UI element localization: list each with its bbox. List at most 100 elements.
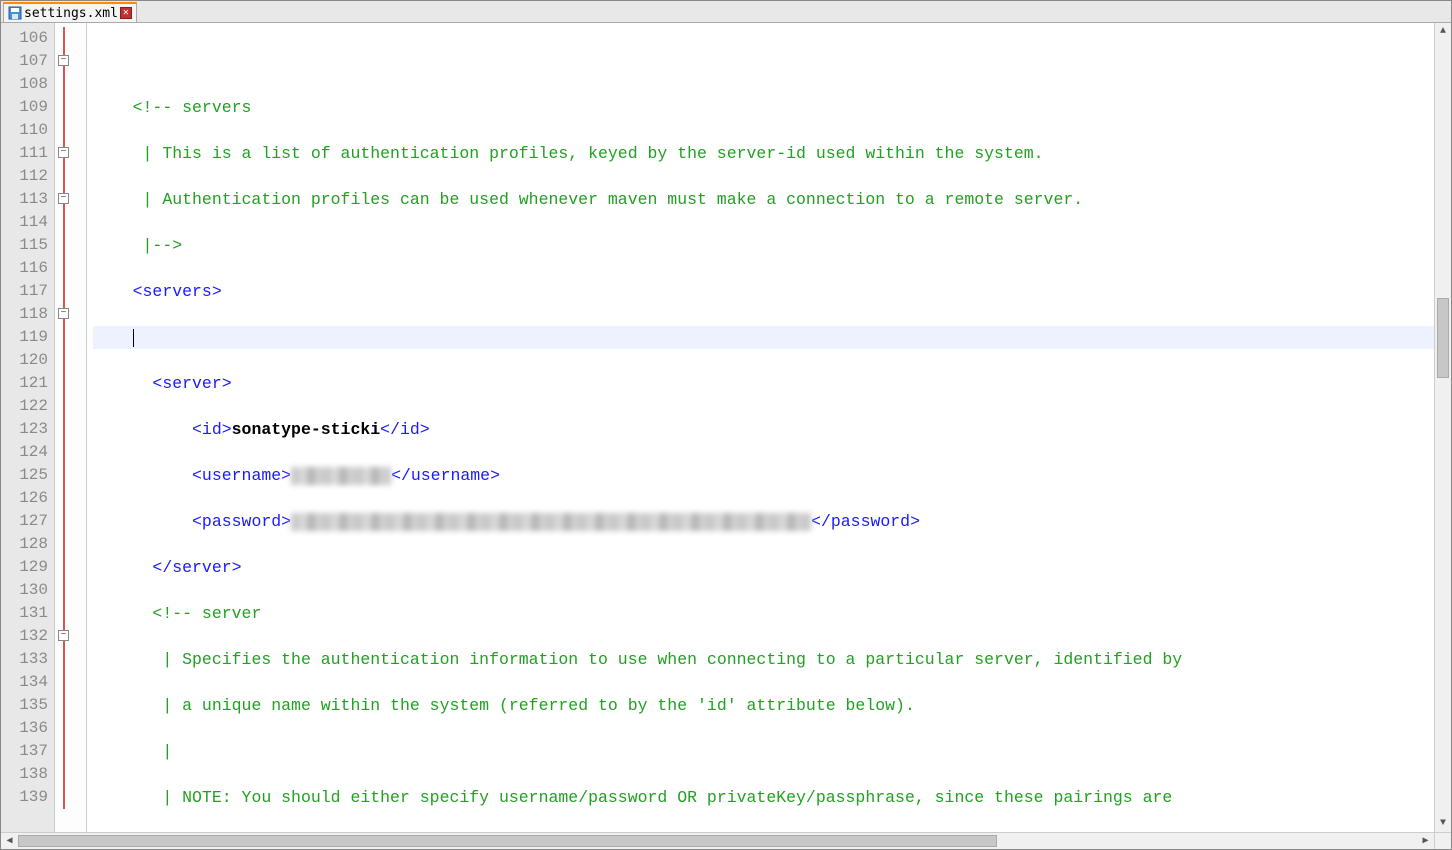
line-number: 120 [1,349,48,372]
file-tab[interactable]: settings.xml ✕ [3,2,137,22]
fold-cell [55,671,86,694]
line-number: 122 [1,395,48,418]
line-number: 108 [1,73,48,96]
line-number: 132 [1,625,48,648]
line-number-gutter: 1061071081091101111121131141151161171181… [1,23,55,832]
code-line: <!-- servers [93,96,1434,119]
line-number: 118 [1,303,48,326]
line-number: 135 [1,694,48,717]
fold-toggle[interactable]: − [58,308,69,319]
vertical-scroll-thumb[interactable] [1437,298,1449,378]
vertical-scrollbar[interactable]: ▲ ▼ [1434,23,1451,832]
line-number: 125 [1,464,48,487]
line-number: 131 [1,602,48,625]
line-number: 117 [1,280,48,303]
save-icon [8,6,22,20]
editor-window: settings.xml ✕ 1061071081091101111121131… [0,0,1452,850]
tab-bar: settings.xml ✕ [1,1,1451,23]
fold-cell: − [55,50,86,73]
fold-column: − − − − − [55,23,87,832]
line-number: 106 [1,27,48,50]
line-number: 126 [1,487,48,510]
fold-cell [55,786,86,809]
fold-cell [55,740,86,763]
horizontal-scroll-thumb[interactable] [18,835,997,847]
code-area[interactable]: <!-- servers | This is a list of authent… [87,23,1434,832]
fold-cell [55,418,86,441]
line-number: 128 [1,533,48,556]
fold-cell [55,533,86,556]
fold-cell [55,257,86,280]
line-number: 111 [1,142,48,165]
fold-toggle[interactable]: − [58,147,69,158]
line-number: 129 [1,556,48,579]
editor-body: 1061071081091101111121131141151161171181… [1,23,1451,832]
scroll-right-button[interactable]: ▶ [1417,833,1434,849]
code-line: |--> [93,234,1434,257]
fold-cell [55,602,86,625]
fold-cell [55,27,86,50]
redacted-username [291,467,391,485]
code-line: </server> [93,556,1434,579]
fold-cell [55,395,86,418]
code-line: | This is a list of authentication profi… [93,142,1434,165]
fold-cell: − [55,142,86,165]
fold-cell [55,96,86,119]
fold-cell [55,73,86,96]
fold-cell [55,349,86,372]
fold-toggle[interactable]: − [58,55,69,66]
fold-cell [55,234,86,257]
line-number: 113 [1,188,48,211]
line-number: 116 [1,257,48,280]
fold-cell: − [55,188,86,211]
code-line: <server> [93,372,1434,395]
fold-toggle[interactable]: − [58,630,69,641]
line-number: 133 [1,648,48,671]
fold-cell [55,165,86,188]
tab-filename: settings.xml [24,6,118,21]
code-line: <username></username> [93,464,1434,487]
fold-cell: − [55,303,86,326]
fold-cell: − [55,625,86,648]
code-line: | Specifies the authentication informati… [93,648,1434,671]
line-number: 112 [1,165,48,188]
line-number: 130 [1,579,48,602]
horizontal-scroll-track[interactable] [18,833,1417,849]
code-line-current [93,326,1434,349]
fold-cell [55,694,86,717]
line-number: 139 [1,786,48,809]
fold-cell [55,464,86,487]
close-icon[interactable]: ✕ [120,7,132,19]
redacted-password [291,513,811,531]
line-number: 138 [1,763,48,786]
fold-cell [55,763,86,786]
scroll-left-button[interactable]: ◀ [1,833,18,849]
fold-toggle[interactable]: − [58,193,69,204]
line-number: 107 [1,50,48,73]
code-line: | [93,740,1434,763]
fold-cell [55,441,86,464]
horizontal-scrollbar[interactable]: ◀ ▶ [1,832,1451,849]
code-line: <password></password> [93,510,1434,533]
scroll-down-button[interactable]: ▼ [1435,815,1451,832]
fold-cell [55,280,86,303]
line-number: 127 [1,510,48,533]
code-line: <!-- server [93,602,1434,625]
code-line: | Authentication profiles can be used wh… [93,188,1434,211]
fold-cell [55,510,86,533]
line-number: 123 [1,418,48,441]
code-line: | a unique name within the system (refer… [93,694,1434,717]
fold-cell [55,487,86,510]
line-number: 121 [1,372,48,395]
line-number: 137 [1,740,48,763]
line-number: 124 [1,441,48,464]
scroll-up-button[interactable]: ▲ [1435,23,1451,40]
scrollbar-corner [1434,833,1451,849]
line-number: 115 [1,234,48,257]
line-number: 136 [1,717,48,740]
fold-cell [55,579,86,602]
code-line [93,50,1434,73]
fold-cell [55,717,86,740]
code-line: <servers> [93,280,1434,303]
vertical-scroll-track[interactable] [1435,40,1451,815]
